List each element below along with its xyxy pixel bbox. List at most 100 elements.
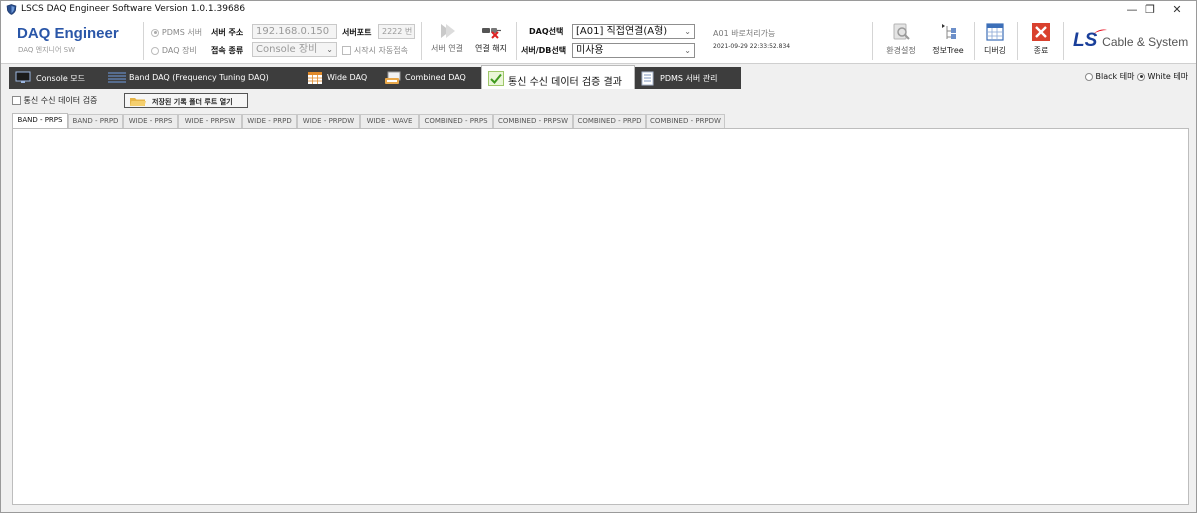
- db-select[interactable]: 미사용 ⌄: [572, 43, 695, 58]
- radio-daq-label: DAQ 장비: [161, 46, 197, 55]
- info-tree-label: 정보Tree: [932, 46, 964, 55]
- tab-band-daq-label: Band DAQ (Frequency Tuning DAQ): [129, 73, 269, 82]
- title-bar[interactable]: LSCS DAQ Engineer Software Version 1.0.1…: [1, 1, 1196, 18]
- play-icon: [441, 24, 455, 38]
- db-select-value: 미사용: [576, 45, 604, 56]
- subtab-combined-prpsw[interactable]: COMBINED - PRPSW: [493, 114, 573, 128]
- connect-type-label: 접속 종류: [211, 46, 244, 55]
- app-name: DAQ Engineer: [17, 25, 119, 42]
- server-address-label: 서버 주소: [211, 28, 244, 37]
- app-window: LSCS DAQ Engineer Software Version 1.0.1…: [0, 0, 1197, 513]
- exit-button[interactable]: 종료: [1025, 22, 1057, 56]
- divider: [516, 22, 517, 60]
- info-tree-button[interactable]: 정보Tree: [926, 22, 970, 56]
- window-title: LSCS DAQ Engineer Software Version 1.0.1…: [21, 4, 246, 14]
- tab-band-daq[interactable]: Band DAQ (Frequency Tuning DAQ): [101, 67, 301, 89]
- subtab-wide-prpsw[interactable]: WIDE - PRPSW: [178, 114, 242, 128]
- grid-icon: [308, 72, 322, 84]
- db-select-label: 서버/DB선택: [521, 46, 567, 55]
- divider: [143, 22, 144, 60]
- open-record-folder-button[interactable]: 저장된 기록 폴더 루트 열기: [124, 93, 248, 108]
- tab-wide-daq-label: Wide DAQ: [327, 73, 368, 82]
- settings-button[interactable]: 환경설정: [881, 22, 921, 56]
- verify-checkbox[interactable]: 통신 수신 데이터 검증: [12, 95, 97, 106]
- radio-pdms-label: PDMS 서버: [161, 28, 203, 37]
- open-record-folder-label: 저장된 기록 폴더 루트 열기: [152, 98, 233, 106]
- chevron-down-icon: ⌄: [684, 46, 691, 55]
- tab-wide-daq[interactable]: Wide DAQ: [301, 67, 378, 89]
- tab-pdms-server-label: PDMS 서버 관리: [660, 74, 718, 83]
- divider: [1017, 22, 1018, 60]
- folder-icon: [130, 98, 146, 106]
- connect-type-value: Console 장비: [256, 44, 318, 55]
- tab-combined-daq-label: Combined DAQ: [405, 73, 466, 82]
- radio-pdms-dot[interactable]: [151, 28, 159, 37]
- tab-combined-daq[interactable]: Combined DAQ: [378, 67, 481, 89]
- verify-checkbox-box[interactable]: [12, 96, 21, 105]
- app-shield-icon: [6, 4, 17, 15]
- subtab-wide-wave[interactable]: WIDE - WAVE: [360, 114, 419, 128]
- brand-swoosh-icon: [1093, 29, 1107, 34]
- check-icon: [488, 71, 504, 86]
- theme-black-dot[interactable]: [1085, 72, 1093, 81]
- disconnect-button[interactable]: 연결 해지: [471, 22, 511, 54]
- connect-type-select[interactable]: Console 장비 ⌄: [252, 42, 337, 57]
- status-text: A01 바로처리가능: [713, 29, 776, 38]
- radio-daq-device[interactable]: DAQ 장비: [151, 45, 197, 56]
- daq-select-value: [A01] 직접연결(A형): [576, 26, 668, 37]
- subtab-wide-prpdw[interactable]: WIDE - PRPDW: [297, 114, 360, 128]
- subtab-wide-prps[interactable]: WIDE - PRPS: [123, 114, 178, 128]
- radio-daq-dot[interactable]: [151, 46, 159, 55]
- unplug-icon: [482, 28, 501, 39]
- debug-button[interactable]: 디버깅: [977, 22, 1013, 56]
- divider: [872, 22, 873, 60]
- band-chart-icon: [108, 72, 126, 83]
- subtab-combined-prpd[interactable]: COMBINED - PRPD: [573, 114, 646, 128]
- subtab-band-prpd[interactable]: BAND - PRPD: [68, 114, 123, 128]
- subtab-band-prps[interactable]: BAND - PRPS: [12, 113, 68, 128]
- server-connect-button[interactable]: 서버 연결: [427, 22, 467, 54]
- exit-x-icon: [1032, 23, 1050, 41]
- close-button[interactable]: ✕: [1161, 1, 1193, 18]
- server-port-input[interactable]: 2222 번: [378, 24, 415, 39]
- theme-black-label: Black 테마: [1095, 72, 1135, 81]
- verify-checkbox-label: 통신 수신 데이터 검증: [23, 96, 98, 105]
- brand-text: Cable & System: [1102, 35, 1189, 49]
- theme-black-option[interactable]: Black 테마: [1085, 71, 1134, 82]
- auto-connect-label: 시작시 자동접속: [353, 46, 408, 55]
- settings-icon: [893, 23, 910, 40]
- server-connect-label: 서버 연결: [431, 44, 463, 53]
- disconnect-label: 연결 해지: [475, 44, 507, 53]
- divider: [421, 22, 422, 60]
- daq-select[interactable]: [A01] 직접연결(A형) ⌄: [572, 24, 695, 39]
- header-toolbar: DAQ Engineer DAQ 엔지니어 SW PDMS 서버 DAQ 장비 …: [1, 18, 1196, 64]
- brand-logo: LS Cable & System: [1073, 29, 1189, 52]
- subtab-combined-prps[interactable]: COMBINED - PRPS: [419, 114, 493, 128]
- chevron-down-icon: ⌄: [326, 45, 333, 54]
- tab-console-mode[interactable]: Console 모드: [9, 67, 101, 89]
- subtab-panel: [12, 128, 1189, 505]
- theme-white-dot[interactable]: [1137, 72, 1145, 81]
- status-timestamp: 2021-09-29 22:33:52.834: [713, 43, 791, 50]
- server-port-label: 서버포트: [342, 28, 372, 37]
- monitor-icon: [15, 71, 31, 83]
- combined-icon: [385, 71, 401, 84]
- theme-white-option[interactable]: White 테마: [1137, 71, 1188, 82]
- tree-icon: [942, 24, 956, 39]
- tab-data-verification[interactable]: 통신 수신 데이터 검증 결과: [481, 65, 635, 89]
- daq-select-label: DAQ선택: [529, 27, 564, 36]
- verification-content: 통신 수신 데이터 검증 저장된 기록 폴더 루트 열기 BAND - PRPS…: [8, 90, 1192, 507]
- debug-label: 디버깅: [983, 46, 1007, 55]
- subtab-combined-prpdw[interactable]: COMBINED - PRPDW: [646, 114, 725, 128]
- calendar-grid-icon: [986, 23, 1004, 41]
- auto-connect-checkbox[interactable]: 시작시 자동접속: [342, 45, 408, 56]
- server-address-input[interactable]: 192.168.0.150: [252, 24, 337, 39]
- radio-pdms-server[interactable]: PDMS 서버: [151, 27, 202, 38]
- tab-console-mode-label: Console 모드: [36, 74, 86, 83]
- theme-white-label: White 테마: [1147, 72, 1189, 81]
- subtab-wide-prpd[interactable]: WIDE - PRPD: [242, 114, 297, 128]
- tab-pdms-server[interactable]: PDMS 서버 관리: [635, 67, 741, 89]
- auto-connect-box[interactable]: [342, 46, 351, 55]
- document-icon: [641, 71, 654, 86]
- app-subtitle: DAQ 엔지니어 SW: [18, 46, 76, 54]
